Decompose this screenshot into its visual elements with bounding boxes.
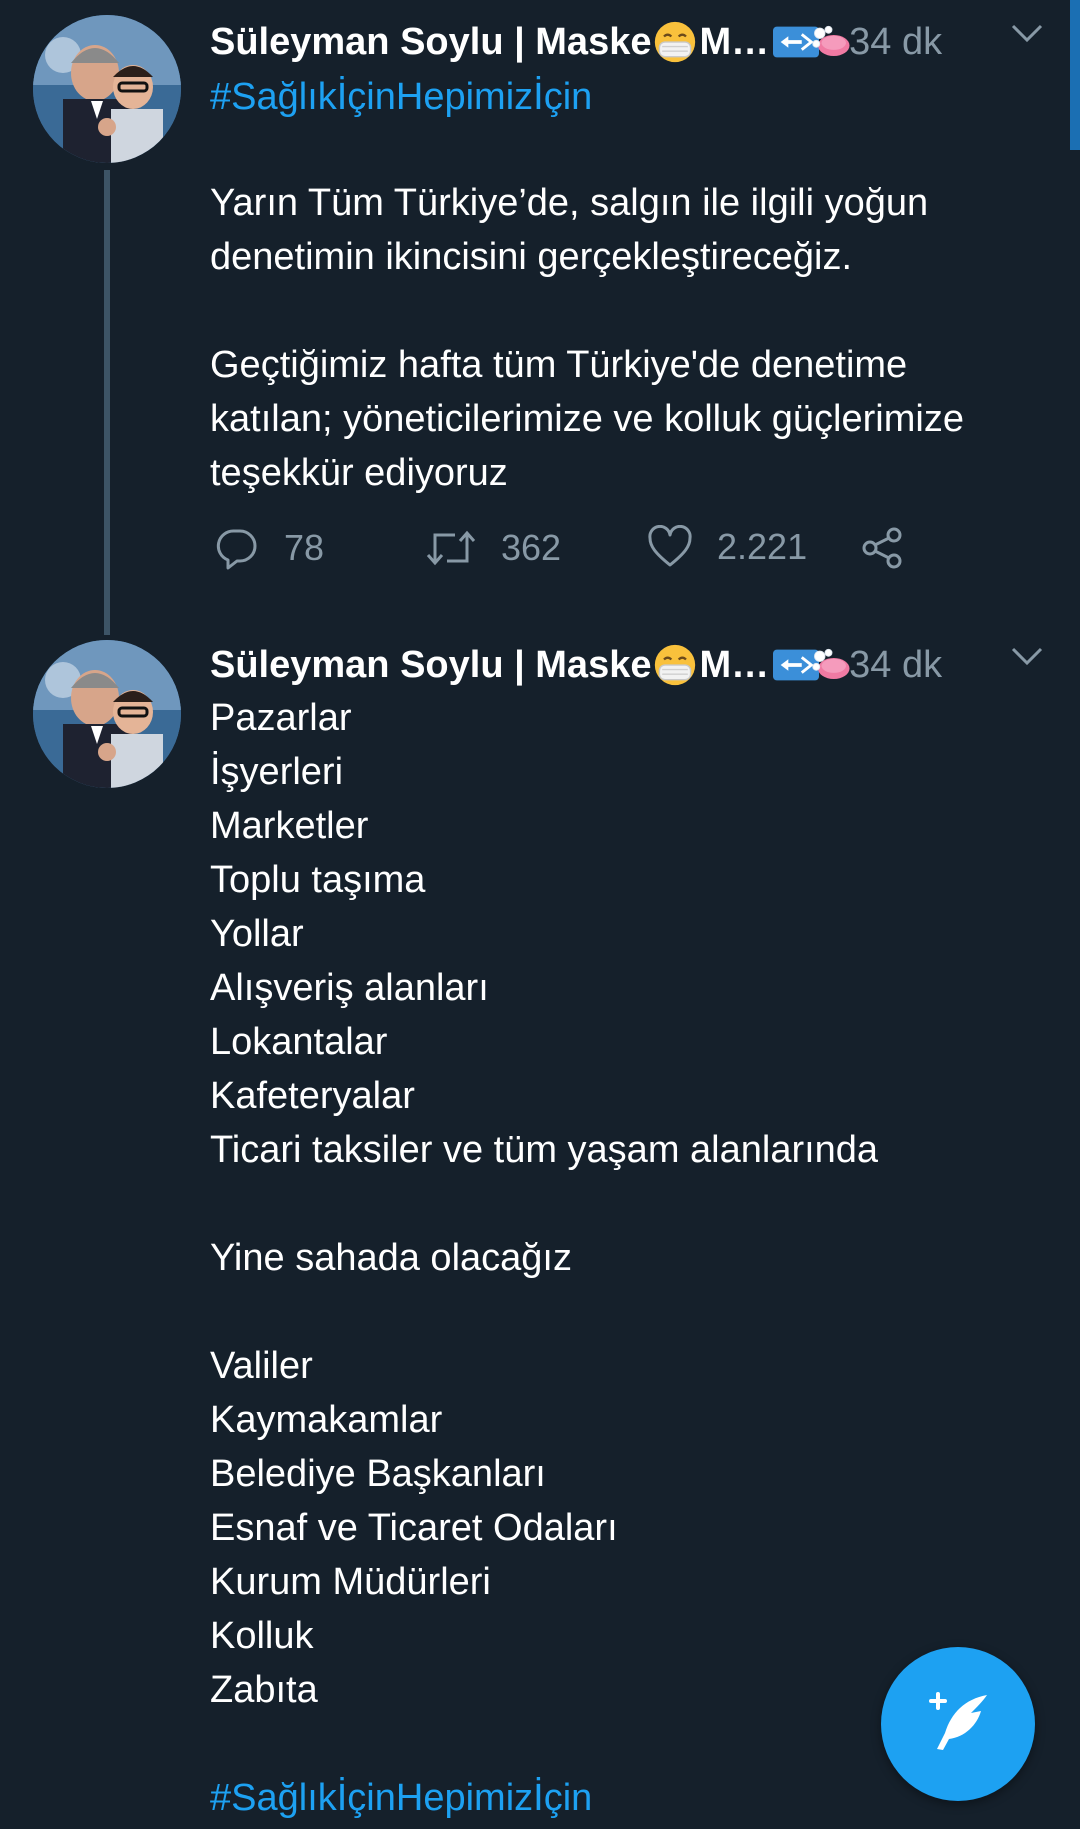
text-line: Lokantalar (210, 1021, 388, 1063)
text-line: Belediye Başkanları (210, 1453, 546, 1495)
tweet-header: Süleyman Soylu | Maske M… 34 dk (210, 14, 1060, 70)
tweet-header: Süleyman Soylu | Maske M… 34 dk (210, 637, 1060, 693)
compose-tweet-icon (929, 1692, 987, 1750)
text-line: Toplu taşıma (210, 859, 426, 901)
text-line: Yine sahada olacağız (210, 1237, 572, 1279)
text-line: Yollar (210, 913, 304, 955)
text-line: Marketler (210, 805, 369, 847)
heart-icon (648, 525, 692, 567)
avatar-image (33, 15, 181, 163)
text-line: Geçtiğimiz hafta tüm Türkiye'de denetime (210, 344, 908, 386)
face-with-medical-mask-icon (653, 643, 697, 687)
text-line (210, 1285, 878, 1339)
text-line: Kafeteryalar (210, 1075, 415, 1117)
avatar[interactable] (33, 640, 181, 788)
reply-count: 78 (284, 527, 325, 568)
text-line: Pazarlar (210, 697, 352, 739)
author-name-truncated[interactable]: M… (699, 644, 769, 687)
hashtag-link[interactable]: #SağlıkİçinHepimizİçin (210, 70, 592, 124)
thread-line (104, 170, 110, 635)
tweet-actions: 78 362 2.221 (210, 525, 930, 581)
reply-icon (216, 529, 257, 570)
text-line: Zabıta (210, 1669, 318, 1711)
timestamp[interactable]: 34 dk (849, 644, 942, 687)
text-line: Kolluk (210, 1615, 314, 1657)
chevron-down-icon[interactable] (1009, 22, 1045, 46)
retweet-button[interactable]: 362 (425, 525, 561, 571)
text-line: İşyerleri (210, 751, 344, 793)
retweet-count: 362 (501, 527, 562, 568)
hashtag-link[interactable]: #SağlıkİçinHepimizİçin (210, 1771, 878, 1825)
retweet-icon (426, 530, 476, 566)
text-line: teşekkür ediyoruz (210, 452, 508, 494)
avatar-image (33, 640, 181, 788)
avatar[interactable] (33, 15, 181, 163)
text-line: Yarın Tüm Türkiye’de, salgın ile ilgili … (210, 182, 929, 224)
reply-button[interactable]: 78 (214, 525, 324, 571)
soap-icon (811, 22, 853, 62)
author-name-truncated[interactable]: M… (699, 21, 769, 64)
text-line: Esnaf ve Ticaret Odaları (210, 1507, 618, 1549)
like-count: 2.221 (717, 526, 808, 567)
text-line: Alışveriş alanları (210, 967, 489, 1009)
share-icon (862, 527, 902, 569)
face-with-medical-mask-icon (653, 20, 697, 64)
text-line: Valiler (210, 1345, 313, 1387)
text-line (210, 1717, 878, 1771)
soap-icon (811, 645, 853, 685)
text-line: Ticari taksiler ve tüm yaşam alanlarında (210, 1129, 879, 1171)
text-line: katılan; yöneticilerimize ve kolluk güçl… (210, 398, 964, 440)
tweet-text: Pazarlar İşyerleri Marketler Toplu taşım… (210, 691, 878, 1825)
text-line (210, 284, 964, 338)
share-button[interactable] (860, 525, 906, 571)
profile-badges (773, 645, 853, 685)
timestamp[interactable]: 34 dk (849, 21, 942, 64)
author-name[interactable]: Süleyman Soylu | Maske (210, 644, 651, 687)
scrollbar[interactable] (1070, 0, 1080, 150)
chevron-down-icon[interactable] (1009, 645, 1045, 669)
text-line: Kurum Müdürleri (210, 1561, 491, 1603)
text-line: denetimin ikincisini gerçekleştireceğiz. (210, 236, 853, 278)
like-button[interactable]: 2.221 (647, 525, 807, 569)
tweet-text: Yarın Tüm Türkiye’de, salgın ile ilgili … (210, 176, 964, 500)
text-line (210, 1177, 878, 1231)
text-line: Kaymakamlar (210, 1399, 443, 1441)
profile-badges (773, 22, 853, 62)
author-name[interactable]: Süleyman Soylu | Maske (210, 21, 651, 64)
compose-tweet-button[interactable] (881, 1647, 1035, 1801)
